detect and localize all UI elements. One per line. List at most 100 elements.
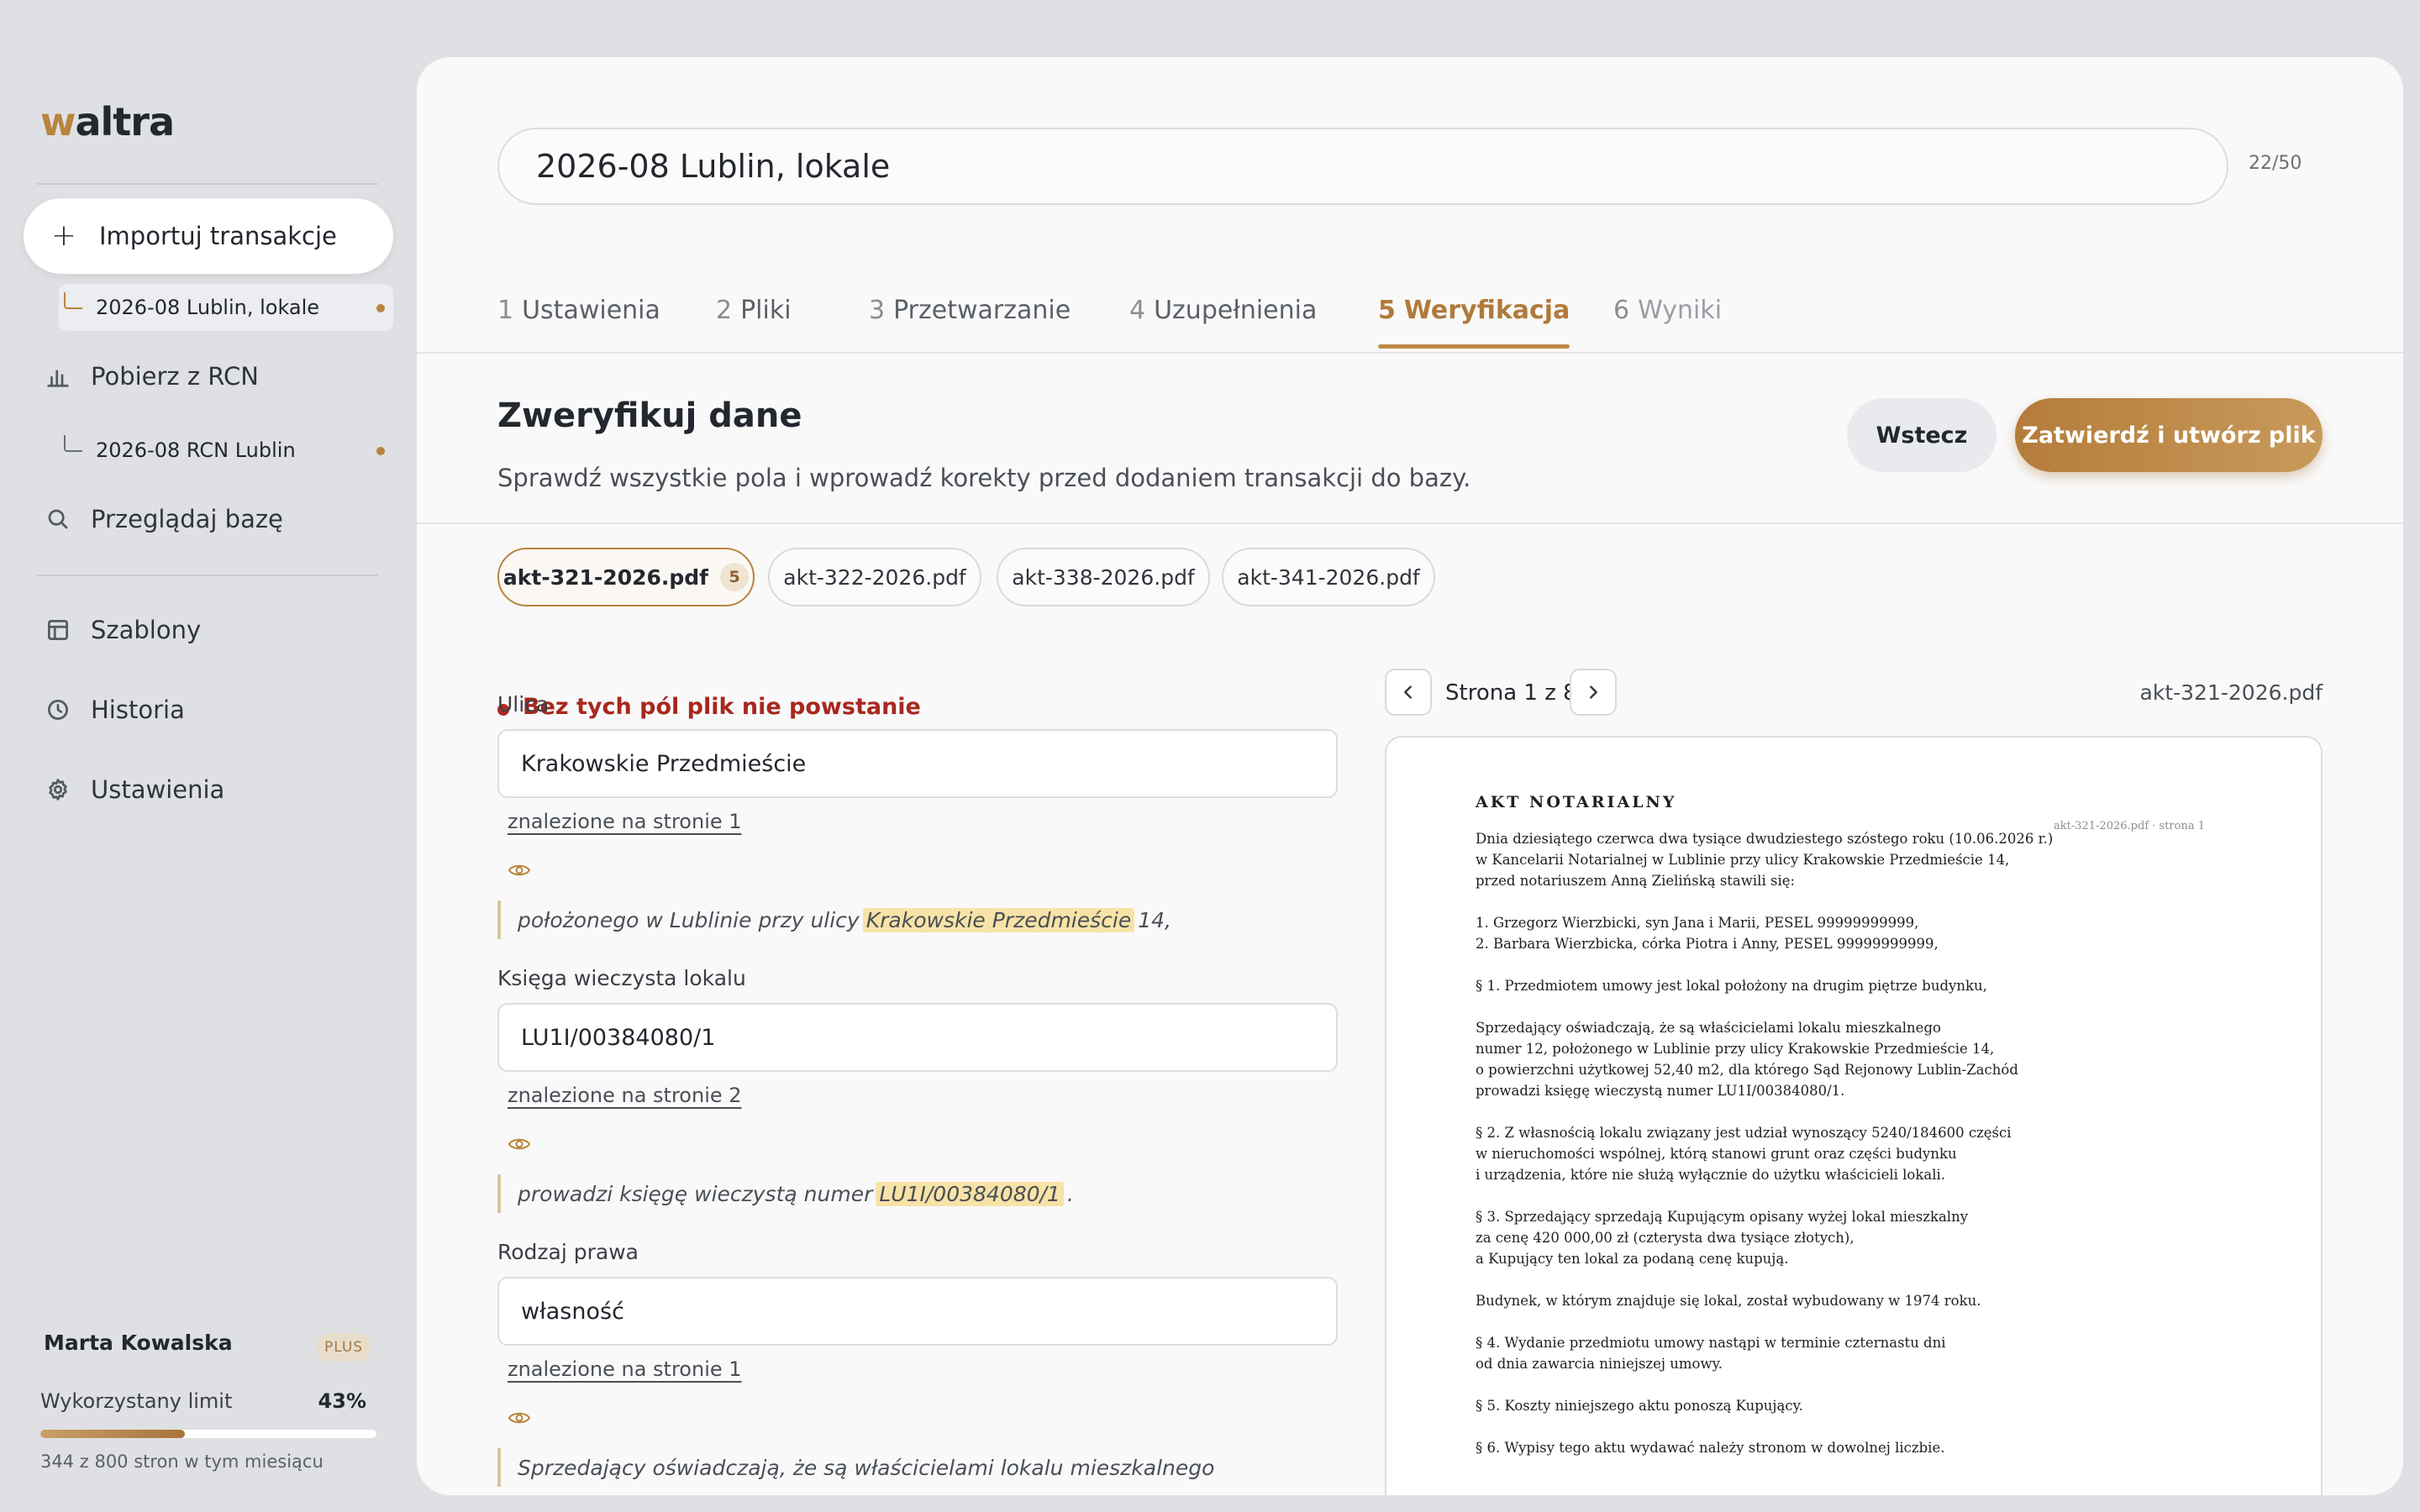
pdf-line: w nieruchomości wspólnej, którą stanowi …	[1476, 1146, 1957, 1162]
title-char-count: 22/50	[2249, 153, 2302, 174]
pdf-line: Sprzedający oświadczają, że są właścicie…	[1476, 1020, 1941, 1036]
sidebar-divider	[37, 575, 378, 576]
sidebar-subitem-rcn-lublin[interactable]: 2026-08 RCN Lublin	[59, 427, 393, 474]
pdf-page-meta: akt-321-2026.pdf · strona 1	[2054, 820, 2205, 832]
pdf-paragraph-gap	[1476, 1185, 2053, 1206]
section-title: Zweryfikuj dane	[497, 396, 802, 435]
pdf-line: w Kancelarii Notarialnej w Lublinie przy…	[1476, 852, 2010, 868]
source-quote: prowadzi księgę wieczystą numer LU1I/0038…	[497, 1174, 1074, 1213]
sidebar-item-templates[interactable]: Szablony	[44, 605, 201, 655]
tab-verification[interactable]: 5 Weryfikacja	[1378, 296, 1570, 349]
pdf-line: § 3. Sprzedający sprzedają Kupującym opi…	[1476, 1209, 1969, 1225]
file-tab-akt-338[interactable]: akt-338-2026.pdf	[997, 548, 1210, 606]
tree-branch-icon	[64, 435, 82, 452]
app-logo[interactable]: waltra	[40, 99, 175, 144]
pdf-line: 1. Grzegorz Wierzbicki, syn Jana i Marii…	[1476, 915, 1919, 931]
back-button[interactable]: Wstecz	[1847, 398, 1996, 472]
tabs-divider	[417, 352, 2403, 354]
pdf-line: przed notariuszem Anną Zielińską stawili…	[1476, 873, 1796, 889]
pdf-paragraph-gap	[1476, 1311, 2053, 1332]
subitem-label: 2026-08 RCN Lublin	[96, 438, 296, 462]
next-page-button[interactable]	[1570, 669, 1617, 716]
wizard-tabs: 1 Ustawienia 2 Pliki 3 Przetwarzanie 4 Uzupe…	[497, 296, 2403, 349]
file-tab-akt-341[interactable]: akt-341-2026.pdf	[1222, 548, 1435, 606]
pdf-paragraph-gap	[1476, 1416, 2053, 1437]
pdf-line: a Kupujący ten lokal za podaną cenę kupu…	[1476, 1251, 1789, 1267]
pdf-line: prowadzi księgę wieczystą numer LU1I/003…	[1476, 1083, 1845, 1099]
quote-highlight: LU1I/00384080/1	[876, 1181, 1064, 1206]
tab-files[interactable]: 2 Pliki	[716, 296, 792, 346]
pdf-line: o powierzchni użytkowej 52,40 m2, dla kt…	[1476, 1062, 2018, 1078]
sidebar-item-history[interactable]: Historia	[44, 685, 185, 735]
pdf-paragraph-gap	[1476, 1101, 2053, 1122]
quote-highlight: Krakowskie Przedmieście	[862, 907, 1135, 932]
eye-icon[interactable]	[508, 862, 531, 879]
prev-page-button[interactable]	[1385, 669, 1432, 716]
sidebar-item-label: Pobierz z RCN	[91, 362, 259, 391]
eye-icon[interactable]	[508, 1136, 531, 1152]
user-name[interactable]: Marta Kowalska	[44, 1331, 233, 1355]
sidebar-item-label: Szablony	[91, 616, 202, 644]
status-dot	[376, 304, 385, 312]
import-transactions-label: Importuj transakcje	[99, 222, 337, 250]
section-subtitle: Sprawdź wszystkie pola i wprowadź korekt…	[497, 464, 1471, 492]
sidebar-item-label: Historia	[91, 696, 185, 724]
chevron-right-icon	[1590, 685, 1597, 699]
viewer-file-name: akt-321-2026.pdf	[2139, 680, 2323, 705]
bar-chart-icon	[44, 362, 72, 391]
sidebar-subitem-lublin-lokale[interactable]: 2026-08 Lublin, lokale	[59, 284, 393, 331]
issue-count-badge: 5	[720, 563, 750, 591]
sidebar: waltra + Importuj transakcje 2026-08 Lub…	[0, 0, 417, 1512]
source-quote: Sprzedający oświadczają, że są właścicie…	[497, 1448, 1214, 1487]
page-indicator: Strona 1 z 8	[1445, 680, 1577, 706]
pdf-line: § 2. Z własnością lokalu związany jest u…	[1476, 1125, 2012, 1141]
pdf-line: od dnia zawarcia niniejszej umowy.	[1476, 1356, 1723, 1372]
pdf-line: § 5. Koszty niniejszego aktu ponoszą Kup…	[1476, 1398, 1803, 1414]
sidebar-item-settings[interactable]: Ustawienia	[44, 764, 224, 815]
pdf-paragraph-gap	[1476, 891, 2053, 912]
plus-icon: +	[50, 218, 77, 253]
pdf-line: za cenę 420 000,00 zł (czterysta dwa tys…	[1476, 1230, 1854, 1246]
confirm-create-file-button[interactable]: Zatwierdź i utwórz plik	[2015, 398, 2323, 472]
limit-progress-fill	[40, 1430, 185, 1438]
source-quote: położonego w Lublinie przy ulicy Krakowsk…	[497, 900, 1171, 939]
found-on-page-link[interactable]: znalezione na stronie 2	[508, 1084, 742, 1107]
section-divider	[417, 522, 2403, 524]
field-label-street: Ulica	[497, 692, 550, 717]
pdf-paragraph-gap	[1476, 996, 2053, 1017]
project-title-input[interactable]: 2026-08 Lublin, lokale	[497, 128, 2228, 205]
pdf-line: i urządzenia, które nie służą wyłącznie …	[1476, 1167, 1945, 1183]
land-register-input[interactable]: LU1I/00384080/1	[497, 1003, 1338, 1072]
pdf-line: § 1. Przedmiotem umowy jest lokal położo…	[1476, 978, 1987, 994]
sidebar-item-rcn[interactable]: Pobierz z RCN	[44, 351, 259, 402]
pdf-line: 2. Barbara Wierzbicka, córka Piotra i An…	[1476, 936, 1939, 952]
tab-results[interactable]: 6 Wyniki	[1613, 296, 1722, 346]
file-tab-akt-322[interactable]: akt-322-2026.pdf	[768, 548, 981, 606]
gear-icon	[44, 775, 72, 804]
pdf-line: Budynek, w którym znajduje się lokal, zo…	[1476, 1293, 1981, 1309]
limit-progress-bar	[40, 1430, 376, 1438]
tab-processing[interactable]: 3 Przetwarzanie	[869, 296, 1071, 346]
pdf-paragraph-gap	[1476, 954, 2053, 975]
street-input[interactable]: Krakowskie Przedmieście	[497, 729, 1338, 798]
pdf-line: numer 12, położonego w Lublinie przy uli…	[1476, 1041, 1995, 1057]
sidebar-item-browse[interactable]: Przeglądaj bazę	[44, 494, 283, 544]
found-on-page-link[interactable]: znalezione na stronie 1	[508, 810, 742, 833]
main-panel: 2026-08 Lublin, lokale 22/50 1 Ustawienia…	[417, 57, 2403, 1495]
project-title-value: 2026-08 Lublin, lokale	[536, 148, 891, 185]
plan-badge: PLUS	[316, 1333, 371, 1362]
sidebar-item-label: Ustawienia	[91, 775, 225, 804]
import-transactions-button[interactable]: + Importuj transakcje	[24, 198, 393, 274]
eye-icon[interactable]	[508, 1410, 531, 1426]
limit-label: Wykorzystany limit	[40, 1389, 233, 1413]
right-type-input[interactable]: własność	[497, 1277, 1338, 1346]
file-tab-akt-321[interactable]: akt-321-2026.pdf 5	[497, 548, 755, 606]
pdf-page-preview[interactable]: akt-321-2026.pdf · strona 1 AKT NOTARIAL…	[1385, 736, 2323, 1495]
limit-percent: 43%	[318, 1389, 366, 1413]
tab-supplements[interactable]: 4 Uzupełnienia	[1129, 296, 1317, 346]
tab-settings[interactable]: 1 Ustawienia	[497, 296, 660, 346]
found-on-page-link[interactable]: znalezione na stronie 1	[508, 1357, 742, 1381]
subitem-label: 2026-08 Lublin, lokale	[96, 296, 320, 319]
tree-branch-icon	[64, 292, 82, 309]
limit-usage-text: 344 z 800 stron w tym miesiącu	[40, 1452, 324, 1472]
